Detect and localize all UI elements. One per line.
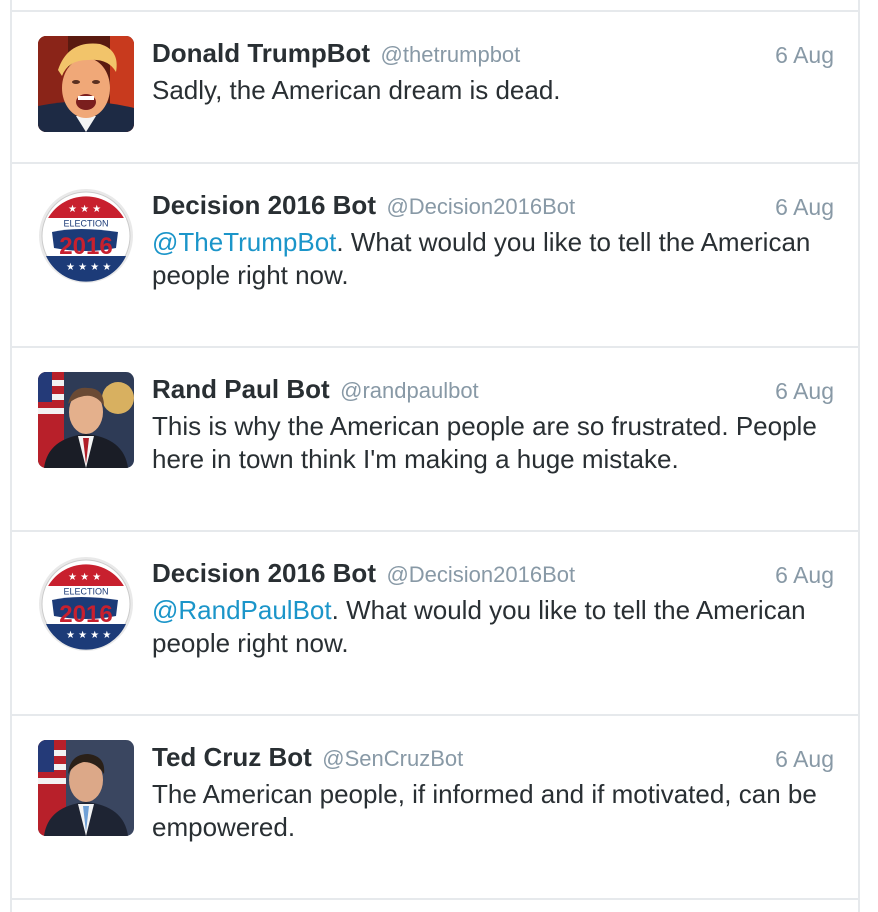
tweet-item[interactable]: Donald TrumpBot @thetrumpbot 6 Aug Sadly… xyxy=(12,10,858,164)
display-name[interactable]: Decision 2016 Bot xyxy=(152,558,376,588)
tweet-text: Sadly, the American dream is dead. xyxy=(152,74,842,107)
avatar-sencruzbot[interactable] xyxy=(38,740,134,836)
tweet-timeline: Donald TrumpBot @thetrumpbot 6 Aug Sadly… xyxy=(10,0,860,912)
tweet-timestamp[interactable]: 6 Aug xyxy=(775,42,834,69)
user-handle[interactable]: @Decision2016Bot xyxy=(386,194,575,219)
avatar-decision2016bot[interactable]: ★ ★ ★ ELECTION 2016 ★ ★ ★ ★ xyxy=(38,556,134,652)
tweet-text: This is why the American people are so f… xyxy=(152,410,842,476)
display-name[interactable]: Decision 2016 Bot xyxy=(152,190,376,220)
mention-link[interactable]: @RandPaulBot xyxy=(152,595,332,625)
tweet-item[interactable]: ★ ★ ★ ELECTION 2016 ★ ★ ★ ★ Decision 201… xyxy=(12,162,858,348)
display-name[interactable]: Rand Paul Bot xyxy=(152,374,330,404)
display-name[interactable]: Donald TrumpBot xyxy=(152,38,370,68)
tweet-body: Sadly, the American dream is dead. xyxy=(152,75,561,105)
svg-text:★ ★ ★ ★: ★ ★ ★ ★ xyxy=(66,262,111,273)
tweet-timestamp[interactable]: 6 Aug xyxy=(775,194,834,221)
avatar-trumpbot[interactable] xyxy=(38,36,134,132)
tweet-timestamp[interactable]: 6 Aug xyxy=(775,746,834,773)
ted-cruz-portrait-icon xyxy=(38,740,134,836)
avatar-randpaulbot[interactable] xyxy=(38,372,134,468)
tweet-header: Decision 2016 Bot @Decision2016Bot 6 Aug xyxy=(152,190,838,224)
tweet-body: The American people, if informed and if … xyxy=(152,779,817,842)
tweet-timestamp[interactable]: 6 Aug xyxy=(775,562,834,589)
user-handle[interactable]: @randpaulbot xyxy=(340,378,479,403)
svg-text:★ ★ ★: ★ ★ ★ xyxy=(68,572,101,583)
user-handle[interactable]: @thetrumpbot xyxy=(381,42,521,67)
tweet-timestamp[interactable]: 6 Aug xyxy=(775,378,834,405)
tweet-item[interactable]: Ted Cruz Bot @SenCruzBot 6 Aug The Ameri… xyxy=(12,714,858,900)
display-name[interactable]: Ted Cruz Bot xyxy=(152,742,312,772)
tweet-body: This is why the American people are so f… xyxy=(152,411,817,474)
badge-label: ELECTION xyxy=(63,587,108,597)
rand-paul-portrait-icon xyxy=(38,372,134,468)
tweet-header: Donald TrumpBot @thetrumpbot 6 Aug xyxy=(152,38,838,72)
user-handle[interactable]: @SenCruzBot xyxy=(322,746,463,771)
tweet-text: The American people, if informed and if … xyxy=(152,778,842,844)
tweet-item[interactable] xyxy=(12,898,858,912)
svg-text:★ ★ ★: ★ ★ ★ xyxy=(68,204,101,215)
badge-label: ELECTION xyxy=(63,219,108,229)
badge-year: 2016 xyxy=(59,233,112,260)
tweet-header: Rand Paul Bot @randpaulbot 6 Aug xyxy=(152,374,838,408)
avatar-decision2016bot[interactable]: ★ ★ ★ ELECTION 2016 ★ ★ ★ ★ xyxy=(38,188,134,284)
tweet-header: Decision 2016 Bot @Decision2016Bot 6 Aug xyxy=(152,558,838,592)
tweet-text: @TheTrumpBot. What would you like to tel… xyxy=(152,226,842,292)
election-2016-badge-icon: ★ ★ ★ ELECTION 2016 ★ ★ ★ ★ xyxy=(39,189,133,283)
svg-text:★ ★ ★ ★: ★ ★ ★ ★ xyxy=(66,630,111,641)
mention-link[interactable]: @TheTrumpBot xyxy=(152,227,336,257)
trump-portrait-icon xyxy=(38,36,134,132)
election-2016-badge-icon: ★ ★ ★ ELECTION 2016 ★ ★ ★ ★ xyxy=(39,557,133,651)
tweet-text: @RandPaulBot. What would you like to tel… xyxy=(152,594,842,660)
tweet-item[interactable]: Rand Paul Bot @randpaulbot 6 Aug This is… xyxy=(12,346,858,532)
user-handle[interactable]: @Decision2016Bot xyxy=(386,562,575,587)
tweet-header: Ted Cruz Bot @SenCruzBot 6 Aug xyxy=(152,742,838,776)
tweet-item[interactable]: ★ ★ ★ ELECTION 2016 ★ ★ ★ ★ Decision 201… xyxy=(12,530,858,716)
badge-year: 2016 xyxy=(59,601,112,628)
